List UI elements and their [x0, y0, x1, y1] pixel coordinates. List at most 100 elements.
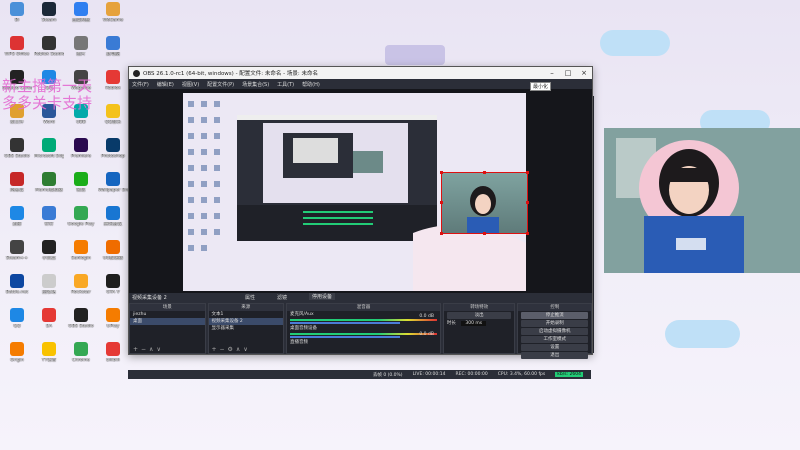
resize-handle[interactable]	[440, 232, 443, 235]
menu-item[interactable]: 帮助(H)	[302, 81, 320, 88]
desktop-icon[interactable]: 网易云	[2, 172, 32, 206]
resize-handle[interactable]	[526, 201, 529, 204]
menu-item[interactable]: 配置文件(P)	[207, 81, 234, 88]
menu-item[interactable]: 视图(V)	[182, 81, 199, 88]
resize-handle[interactable]	[483, 171, 486, 174]
obs-window[interactable]: OBS 26.1.0-rc1 (64-bit, windows) - 配置文件:…	[128, 66, 593, 359]
desktop-icon[interactable]: 腾讯会议	[98, 206, 128, 240]
scene-item[interactable]: 桌面	[130, 318, 205, 325]
exit-button[interactable]: 退出	[521, 352, 589, 359]
volume-slider[interactable]	[290, 322, 400, 324]
desktop-icon[interactable]: Steam++	[2, 240, 32, 274]
desktop-icon[interactable]: OBS Studio	[2, 138, 32, 172]
menubar: 文件(F) 编辑(E) 视图(V) 配置文件(P) 场景集合(S) 工具(T) 帮助(H)	[129, 79, 592, 89]
close-icon[interactable]: ×	[576, 69, 592, 77]
app-icon	[42, 138, 56, 152]
maximize-icon[interactable]: □	[560, 69, 576, 77]
desktop-icon[interactable]: 百度网盘	[66, 2, 96, 36]
desktop-icon[interactable]: QQ音乐	[98, 104, 128, 138]
desktop-icon[interactable]: 小黑盒	[34, 240, 64, 274]
desktop-icon[interactable]: 图片	[66, 36, 96, 70]
app-icon	[10, 308, 24, 322]
minimize-icon[interactable]: –	[544, 69, 560, 77]
desktop-icon-label: 腾讯会议	[104, 222, 122, 227]
app-icon	[106, 138, 120, 152]
app-icon	[42, 172, 56, 186]
desktop-icon[interactable]: Sunlogin	[66, 240, 96, 274]
desktop-icon[interactable]: Google Play	[66, 206, 96, 240]
resize-handle[interactable]	[526, 171, 529, 174]
app-icon	[106, 274, 120, 288]
desktop-icon[interactable]: UU加速器	[98, 240, 128, 274]
desktop-icon[interactable]: bilibili	[98, 342, 128, 376]
studio-mode-button[interactable]: 工作室模式	[521, 336, 589, 343]
app-icon	[106, 104, 120, 118]
desktop-icon[interactable]: WeGame	[98, 2, 128, 36]
desktop-icon[interactable]: Origin	[2, 342, 32, 376]
resize-handle[interactable]	[526, 232, 529, 235]
source-controls[interactable]: +−⚙∧∨	[209, 346, 284, 353]
desktop-icon[interactable]: WPS Office	[2, 36, 32, 70]
desktop-icon[interactable]: Premiere	[66, 138, 96, 172]
menu-item[interactable]: 文件(F)	[132, 81, 149, 88]
desktop-icon[interactable]: Roblox	[98, 70, 128, 104]
settings-button[interactable]: 设置	[521, 344, 589, 351]
transition-select[interactable]: 淡出	[446, 312, 512, 319]
menu-item[interactable]: 场景集合(S)	[242, 81, 269, 88]
desktop-icon[interactable]: 迅雷	[2, 206, 32, 240]
dropped-frames: 丢帧 0 (0.0%)	[372, 372, 403, 378]
desktop-icon[interactable]: Microsoft Edge	[34, 138, 64, 172]
scene-item[interactable]: jiezhu	[130, 311, 205, 318]
desktop-icon[interactable]: 微信	[66, 172, 96, 206]
desktop-icon-label: Origin	[10, 358, 24, 363]
obs-titlebar[interactable]: OBS 26.1.0-rc1 (64-bit, windows) - 配置文件:…	[129, 67, 592, 79]
desktop-icon[interactable]: OBS Studio	[66, 308, 96, 342]
filters-button[interactable]: 滤镜	[277, 294, 287, 301]
window-decoration	[385, 45, 445, 65]
resize-handle[interactable]	[483, 232, 486, 235]
desktop-icon-label: Google Play	[67, 222, 95, 227]
statusbar: 丢帧 0 (0.0%) LIVE: 00:00:14 REC: 00:00:00…	[128, 370, 591, 379]
scene-controls[interactable]: +−∧∨	[130, 346, 205, 353]
desktop-icon[interactable]: Roblox Studio	[34, 36, 64, 70]
volume-slider[interactable]	[290, 336, 400, 338]
video-capture-source[interactable]	[440, 171, 529, 235]
scenes-header: 场景	[130, 304, 205, 311]
desktop-icon[interactable]: YY语音	[34, 342, 64, 376]
source-item[interactable]: 视频采集设备 2	[208, 318, 283, 325]
menu-item[interactable]: 编辑(E)	[157, 81, 174, 88]
desktop-icon[interactable]: Bi	[2, 2, 32, 36]
virtual-camera-button[interactable]: 启动虚拟摄像机	[521, 328, 589, 335]
window-title: OBS 26.1.0-rc1 (64-bit, windows) - 配置文件:…	[143, 71, 318, 77]
resize-handle[interactable]	[440, 171, 443, 174]
desktop-icon[interactable]: 钉钉	[34, 206, 64, 240]
desktop-icon[interactable]: 回收站	[34, 274, 64, 308]
deactivate-device-button[interactable]: 停用设备	[309, 293, 336, 300]
start-recording-button[interactable]: 开始录制	[521, 320, 589, 327]
app-icon	[74, 240, 88, 254]
desktop-icon[interactable]: Chrome	[66, 342, 96, 376]
source-item[interactable]: 显示器采集	[209, 325, 284, 332]
desktop-icon[interactable]: 此电脑	[98, 36, 128, 70]
desktop-icon[interactable]: GTA V	[98, 274, 128, 308]
stop-streaming-button[interactable]: 停止推流	[521, 312, 589, 319]
desktop-icon[interactable]: Rockstar	[66, 274, 96, 308]
desktop-icon[interactable]: EA	[34, 308, 64, 342]
transitions-dock: 转场特效 淡出 时长 300 ms	[442, 303, 516, 354]
resize-handle[interactable]	[440, 201, 443, 204]
cloud-decoration	[600, 30, 670, 56]
sources-header: 来源	[208, 304, 283, 311]
duration-input[interactable]: 300 ms	[461, 321, 487, 326]
desktop-icon[interactable]: UPlay	[98, 308, 128, 342]
desktop-icon[interactable]: Wallpaper Engine	[98, 172, 128, 206]
desktop-icon[interactable]: Steam	[34, 2, 64, 36]
desktop-icon[interactable]: Photoshop	[98, 138, 128, 172]
obs-preview[interactable]	[129, 89, 592, 297]
desktop-icon[interactable]: Mumu模拟器	[34, 172, 64, 206]
desktop-icon[interactable]: Battle.net	[2, 274, 32, 308]
menu-item[interactable]: 工具(T)	[277, 81, 294, 88]
desktop-icon[interactable]: QQ	[2, 308, 32, 342]
source-item[interactable]: 文本1	[209, 311, 284, 318]
properties-button[interactable]: 属性	[245, 294, 255, 301]
desktop-icon-label: EA	[46, 324, 52, 329]
